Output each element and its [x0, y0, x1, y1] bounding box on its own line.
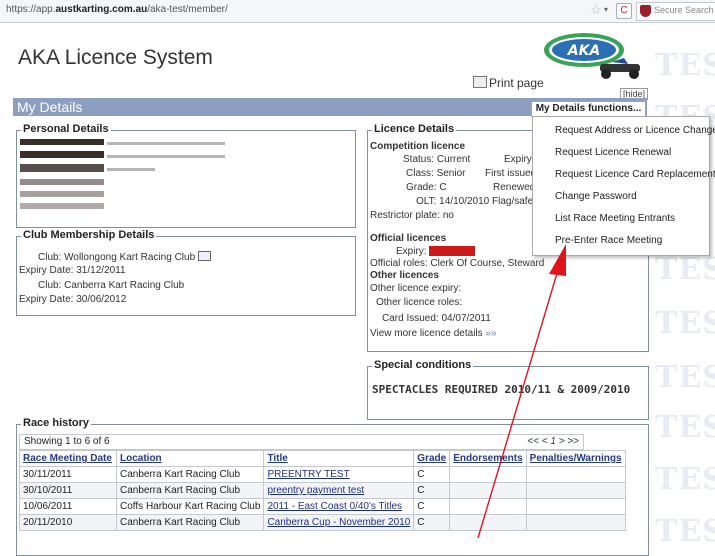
other-expiry-label: Other licence expiry:: [370, 283, 462, 294]
redacted-text: [107, 155, 225, 158]
column-grade[interactable]: Grade: [413, 450, 451, 467]
watermark: TES: [655, 410, 715, 445]
aka-logo: AKA: [544, 33, 640, 79]
special-conditions-panel: Special conditions SPECTACLES REQUIRED 2…: [367, 359, 649, 420]
club1-name: Wollongong Kart Racing Club: [64, 252, 196, 263]
table-row: 10/06/2011 Coffs Harbour Kart Racing Clu…: [19, 498, 626, 515]
search-input[interactable]: Secure Search: [636, 2, 715, 21]
redacted-phone: [20, 179, 104, 185]
watermark: TES: [655, 514, 715, 549]
official-expiry-row: Expiry:: [396, 246, 476, 257]
table-header-row: Race Meeting Date Location Title Grade E…: [19, 450, 626, 467]
showing-count: Showing 1 to 6 of 6: [24, 436, 110, 447]
page-title: AKA Licence System: [18, 46, 213, 69]
address-bar[interactable]: https://app.austkarting.com.au/aka-test/…: [6, 4, 228, 15]
race-history-table: Race Meeting Date Location Title Grade E…: [19, 450, 626, 531]
other-roles-label: Other licence roles:: [376, 297, 463, 308]
official-licences-heading: Official licences: [370, 233, 447, 244]
chevrons-right-icon: »»: [485, 328, 497, 339]
dropdown-caret-icon[interactable]: ▾: [604, 5, 608, 14]
column-location[interactable]: Location: [115, 450, 265, 467]
olt-row: OLT: 14/10/2010 Flag/safety:: [416, 196, 544, 207]
race-history-legend: Race history: [21, 417, 92, 429]
special-conditions-legend: Special conditions: [372, 359, 474, 371]
table-row: 30/11/2011 Canberra Kart Racing Club PRE…: [19, 466, 626, 483]
club-membership-legend: Club Membership Details: [21, 229, 157, 241]
section-title: My Details: [17, 99, 83, 115]
search-engine-icon: [640, 5, 651, 17]
column-race-meeting-date[interactable]: Race Meeting Date: [19, 450, 117, 467]
restrictor-row: Restrictor plate: no: [370, 210, 454, 221]
watermark: TES: [655, 462, 715, 497]
menu-item-list-race-meeting-entrants[interactable]: List Race Meeting Entrants: [555, 213, 675, 224]
class-row: Class: Senior: [406, 168, 466, 179]
card-issued-row: Card Issued: 04/07/2011: [382, 313, 491, 324]
redacted-field: [20, 203, 104, 209]
club2-row: Club: Canberra Kart Racing Club: [38, 280, 185, 291]
watermark: TES: [655, 252, 715, 287]
redacted-text: [107, 142, 225, 145]
special-conditions-text: SPECTACLES REQUIRED 2010/11 & 2009/2010: [372, 383, 631, 396]
menu-item-request-address-change[interactable]: Request Address or Licence Change: [555, 125, 715, 136]
race-history-toolbar: Showing 1 to 6 of 6 << < 1 > >>: [19, 434, 584, 450]
status-row: Status: Current: [403, 154, 471, 165]
menu-item-request-licence-renewal[interactable]: Request Licence Renewal: [555, 147, 671, 158]
menu-item-pre-enter-race-meeting[interactable]: Pre-Enter Race Meeting: [555, 235, 662, 246]
competition-licence-heading: Competition licence: [370, 141, 466, 152]
watermark: TES: [655, 306, 715, 341]
browser-toolbar: https://app.austkarting.com.au/aka-test/…: [0, 0, 715, 23]
logo-text: AKA: [567, 43, 601, 59]
expiry2-row: Expiry Date: 30/06/2012: [19, 294, 127, 305]
table-row: 20/11/2010 Canberra Kart Racing Club Can…: [19, 514, 626, 531]
printer-icon: [473, 76, 487, 88]
personal-details-panel: Personal Details: [16, 123, 356, 228]
redacted-dob: [20, 151, 104, 158]
club1-row: Club: Wollongong Kart Racing Club: [38, 251, 211, 263]
view-more-licence-link[interactable]: View more licence details »»: [370, 328, 497, 339]
column-penalties-warnings[interactable]: Penalties/Warnings: [525, 450, 626, 467]
personal-details-legend: Personal Details: [21, 123, 111, 135]
expiry1-row: Expiry Date: 31/12/2011: [19, 265, 126, 276]
redacted-text: [107, 168, 155, 171]
pager[interactable]: << < 1 > >>: [527, 436, 579, 447]
menu-item-change-password[interactable]: Change Password: [555, 191, 637, 202]
expiry-label: Expiry:: [504, 154, 535, 165]
redacted-name: [20, 139, 104, 145]
club-card-icon[interactable]: [197, 251, 211, 261]
search-placeholder: Secure Search: [654, 5, 714, 15]
watermark: TES: [655, 48, 715, 83]
table-row: 30/10/2011 Canberra Kart Racing Club pre…: [19, 482, 626, 499]
club-membership-panel: Club Membership Details Club: Wollongong…: [16, 229, 356, 316]
reload-icon[interactable]: C: [616, 3, 632, 19]
bookmark-star-icon[interactable]: ☆: [590, 2, 602, 18]
official-roles-row: Official roles: Clerk Of Course, Steward: [370, 258, 545, 269]
column-title[interactable]: Title: [263, 450, 415, 467]
watermark: TES: [655, 360, 715, 395]
other-licences-heading: Other licences: [370, 270, 439, 281]
licence-details-legend: Licence Details: [372, 123, 457, 135]
expiry-highlight: [429, 246, 476, 256]
grade-row: Grade: C: [406, 182, 447, 193]
first-issued-label: First issued:: [485, 168, 539, 179]
redacted-address: [20, 164, 104, 172]
my-details-functions-button[interactable]: My Details functions...: [531, 101, 646, 117]
menu-item-request-card-replacement[interactable]: Request Licence Card Replacement: [555, 169, 715, 180]
column-endorsements[interactable]: Endorsements: [449, 450, 527, 467]
redacted-email: [20, 191, 104, 197]
print-page-link[interactable]: Print page: [473, 76, 544, 90]
my-details-functions-menu: Request Address or Licence Change Reques…: [532, 116, 715, 256]
